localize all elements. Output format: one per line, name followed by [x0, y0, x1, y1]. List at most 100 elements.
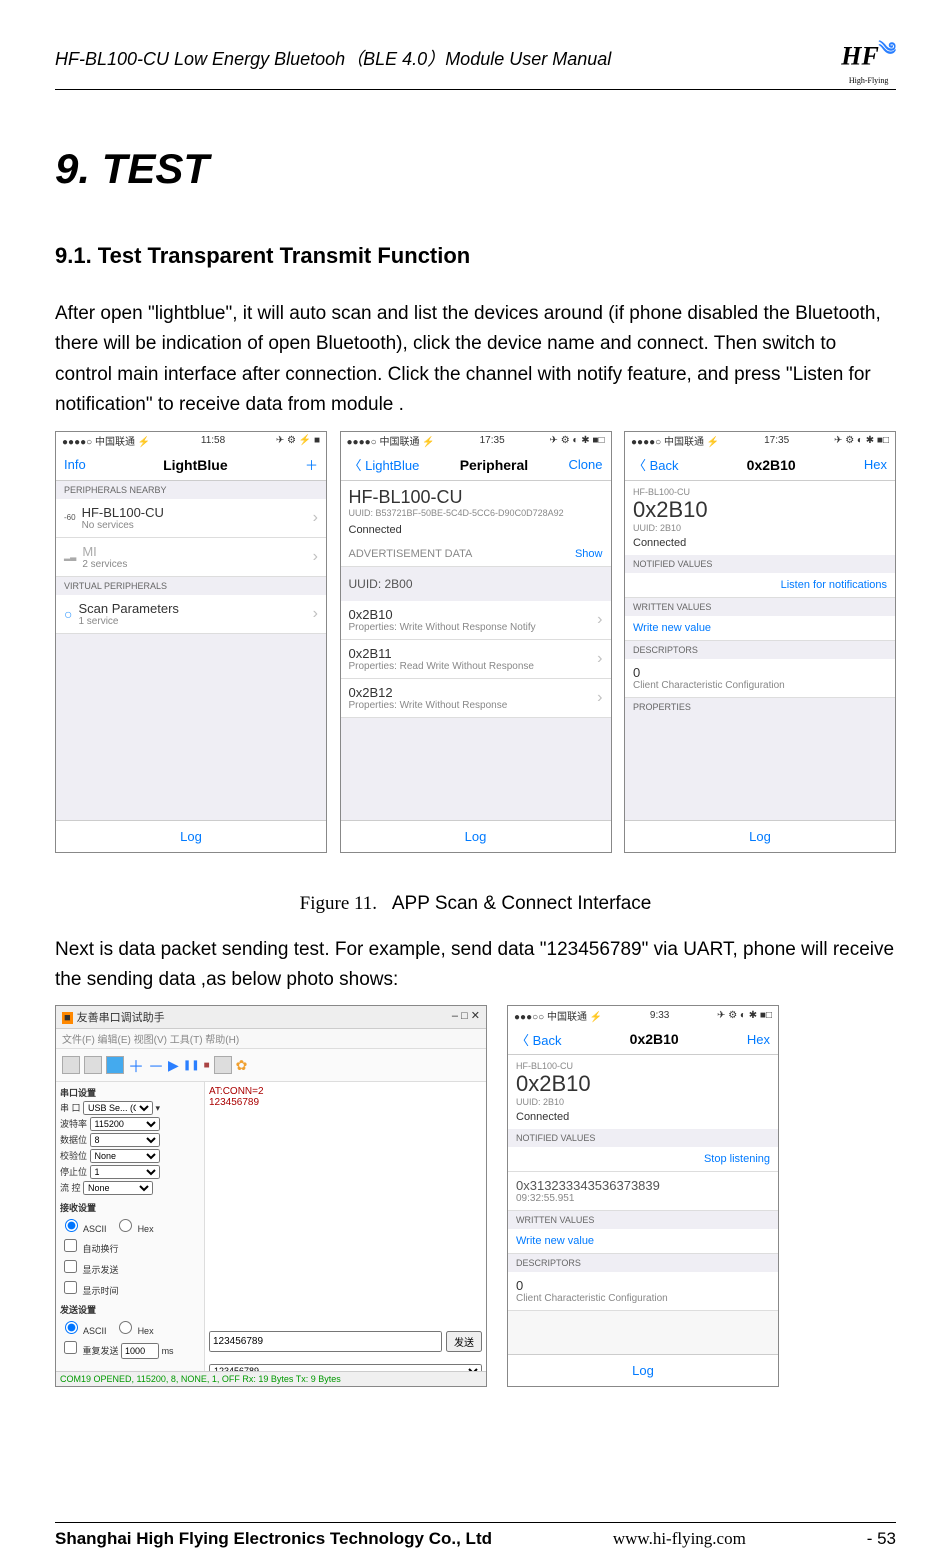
characteristic-uuid: UUID: 2B10: [633, 523, 887, 533]
hex-button[interactable]: Hex: [747, 1032, 770, 1047]
output-line: AT:CONN=2: [209, 1086, 482, 1097]
descriptors-header: DESCRIPTORS: [508, 1254, 778, 1272]
disk-icon[interactable]: [106, 1056, 124, 1074]
logo-subtext: High-Flying: [841, 76, 896, 85]
figure-bottom-row: ■友善串口调试助手 – □ ✕ 文件(F) 编辑(E) 视图(V) 工具(T) …: [55, 1005, 896, 1387]
statusbar: ●●●●○ 中国联通 ⚡17:35✈ ⚙ ◐ ✱ ■□: [341, 432, 611, 450]
window-statusbar: COM19 OPENED, 115200, 8, NONE, 1, OFF Rx…: [56, 1371, 486, 1386]
footer-page-number: - 53: [867, 1529, 896, 1549]
statusbar: ●●●○○ 中国联通 ⚡9:33✈ ⚙ ◐ ✱ ■□: [508, 1006, 778, 1024]
recv-hex-radio[interactable]: [119, 1219, 132, 1232]
add-button[interactable]: ＋: [305, 455, 318, 474]
header-bar: HF-BL100-CU Low Energy Bluetooh（BLE 4.0）…: [55, 30, 896, 90]
back-button[interactable]: 〈 Back: [516, 1030, 562, 1049]
show-time-checkbox[interactable]: [64, 1281, 77, 1294]
notified-values-header: NOTIFIED VALUES: [508, 1129, 778, 1147]
characteristic-row-2b10[interactable]: 0x2B10Properties: Write Without Response…: [341, 601, 611, 640]
figure-11-screens: ●●●●○ 中国联通 ⚡11:58✈ ⚙ ⚡ ■ Info LightBlue …: [55, 431, 896, 853]
pause-icon[interactable]: ❚❚: [183, 1060, 200, 1071]
databits-select[interactable]: 8: [90, 1133, 160, 1147]
connection-status: Connected: [349, 524, 603, 536]
port-select[interactable]: USB Se... (COM19): [83, 1101, 153, 1115]
write-new-value-button[interactable]: Write new value: [625, 616, 895, 641]
paragraph-2: Next is data packet sending test. For ex…: [55, 935, 896, 996]
show-send-checkbox[interactable]: [64, 1260, 77, 1273]
window-controls[interactable]: – □ ✕: [452, 1009, 480, 1025]
back-button[interactable]: 〈 LightBlue: [349, 455, 420, 474]
gear-icon[interactable]: ✿: [236, 1057, 248, 1074]
log-button[interactable]: Log: [625, 820, 895, 852]
virtual-peripherals-header: Virtual Peripherals: [56, 577, 326, 595]
send-hex-radio[interactable]: [119, 1321, 132, 1334]
plus-icon[interactable]: ＋: [128, 1053, 144, 1077]
signal-icon: ▂▃: [64, 552, 76, 561]
stop-icon[interactable]: ■: [204, 1060, 210, 1071]
written-values-header: WRITTEN VALUES: [625, 598, 895, 616]
characteristic-row-2b12[interactable]: 0x2B12Properties: Write Without Response…: [341, 679, 611, 718]
hex-button[interactable]: Hex: [864, 457, 887, 472]
footer-company: Shanghai High Flying Electronics Technol…: [55, 1529, 492, 1549]
hf-logo: HF༄ High-Flying: [841, 30, 896, 85]
toolbar[interactable]: ＋ － ▶ ❚❚ ■ ✿: [56, 1049, 486, 1082]
baud-select[interactable]: 115200: [90, 1117, 160, 1131]
auto-newline-checkbox[interactable]: [64, 1239, 77, 1252]
navbar: Info LightBlue ＋: [56, 450, 326, 481]
virtual-row-scan-params[interactable]: ○ Scan Parameters1 service ›: [56, 595, 326, 634]
flow-select[interactable]: None: [83, 1181, 153, 1195]
listen-notifications-button[interactable]: Listen for notifications: [625, 573, 895, 598]
characteristic-id: 0x2B10: [516, 1071, 770, 1097]
send-input[interactable]: [209, 1331, 442, 1352]
connection-status: Connected: [516, 1111, 770, 1123]
navbar: 〈 Back 0x2B10 Hex: [508, 1024, 778, 1055]
minus-icon[interactable]: －: [148, 1053, 164, 1077]
characteristic-uuid: UUID: 2B10: [516, 1097, 770, 1107]
descriptor-row: 0Client Characteristic Configuration: [625, 659, 895, 698]
show-button[interactable]: Show: [575, 548, 603, 560]
back-button[interactable]: 〈 Back: [633, 455, 679, 474]
page-footer: Shanghai High Flying Electronics Technol…: [55, 1522, 896, 1549]
statusbar: ●●●●○ 中国联通 ⚡11:58✈ ⚙ ⚡ ■: [56, 432, 326, 450]
log-button[interactable]: Log: [56, 820, 326, 852]
nav-title: LightBlue: [163, 457, 228, 473]
peripherals-nearby-header: Peripherals Nearby: [56, 481, 326, 499]
settings-panel: 串口设置 串 口 USB Se... (COM19) ▾ 波特率 115200 …: [56, 1082, 205, 1382]
paragraph-1: After open "lightblue", it will auto sca…: [55, 299, 896, 421]
nav-title: 0x2B10: [747, 457, 796, 473]
save-icon[interactable]: [62, 1056, 80, 1074]
nav-title: 0x2B10: [630, 1031, 679, 1047]
clear-icon[interactable]: [214, 1056, 232, 1074]
log-button[interactable]: Log: [508, 1354, 778, 1386]
device-row-mi[interactable]: ▂▃ MI2 services ›: [56, 538, 326, 577]
stopbits-select[interactable]: 1: [90, 1165, 160, 1179]
phone-screen-characteristic: ●●●●○ 中国联通 ⚡17:35✈ ⚙ ◐ ✱ ■□ 〈 Back 0x2B1…: [624, 431, 896, 853]
device-name: HF-BL100-CU: [349, 487, 603, 508]
device-row-hfbl100[interactable]: -60 HF-BL100-CUNo services ›: [56, 499, 326, 538]
output-panel: AT:CONN=2 123456789 发送 123456789: [205, 1082, 486, 1382]
written-values-header: WRITTEN VALUES: [508, 1211, 778, 1229]
send-ascii-radio[interactable]: [65, 1321, 78, 1334]
virtual-icon: ○: [64, 606, 72, 622]
menu-bar[interactable]: 文件(F) 编辑(E) 视图(V) 工具(T) 帮助(H): [56, 1029, 486, 1049]
play-icon[interactable]: ▶: [168, 1057, 179, 1074]
chevron-right-icon: ›: [313, 605, 318, 623]
device-name: HF-BL100-CU: [633, 487, 887, 497]
advertisement-data-row[interactable]: ADVERTISEMENT DATA Show: [341, 542, 611, 567]
chevron-right-icon: ›: [597, 689, 602, 707]
clone-button[interactable]: Clone: [569, 457, 603, 472]
characteristic-id: 0x2B10: [633, 497, 887, 523]
nav-title: Peripheral: [460, 457, 528, 473]
recv-ascii-radio[interactable]: [65, 1219, 78, 1232]
log-button[interactable]: Log: [341, 820, 611, 852]
characteristic-row-2b11[interactable]: 0x2B11Properties: Read Write Without Res…: [341, 640, 611, 679]
parity-select[interactable]: None: [90, 1149, 160, 1163]
repeat-send-checkbox[interactable]: [64, 1341, 77, 1354]
subsection-heading: 9.1. Test Transparent Transmit Function: [55, 243, 896, 269]
send-button[interactable]: 发送: [446, 1331, 482, 1352]
open-icon[interactable]: [84, 1056, 102, 1074]
figure-caption: Figure 11. APP Scan & Connect Interface: [55, 893, 896, 915]
repeat-ms-input[interactable]: [121, 1343, 159, 1359]
stop-listening-button[interactable]: Stop listening: [508, 1147, 778, 1172]
write-new-value-button[interactable]: Write new value: [508, 1229, 778, 1254]
properties-header: PROPERTIES: [625, 698, 895, 716]
nav-info-button[interactable]: Info: [64, 457, 86, 472]
